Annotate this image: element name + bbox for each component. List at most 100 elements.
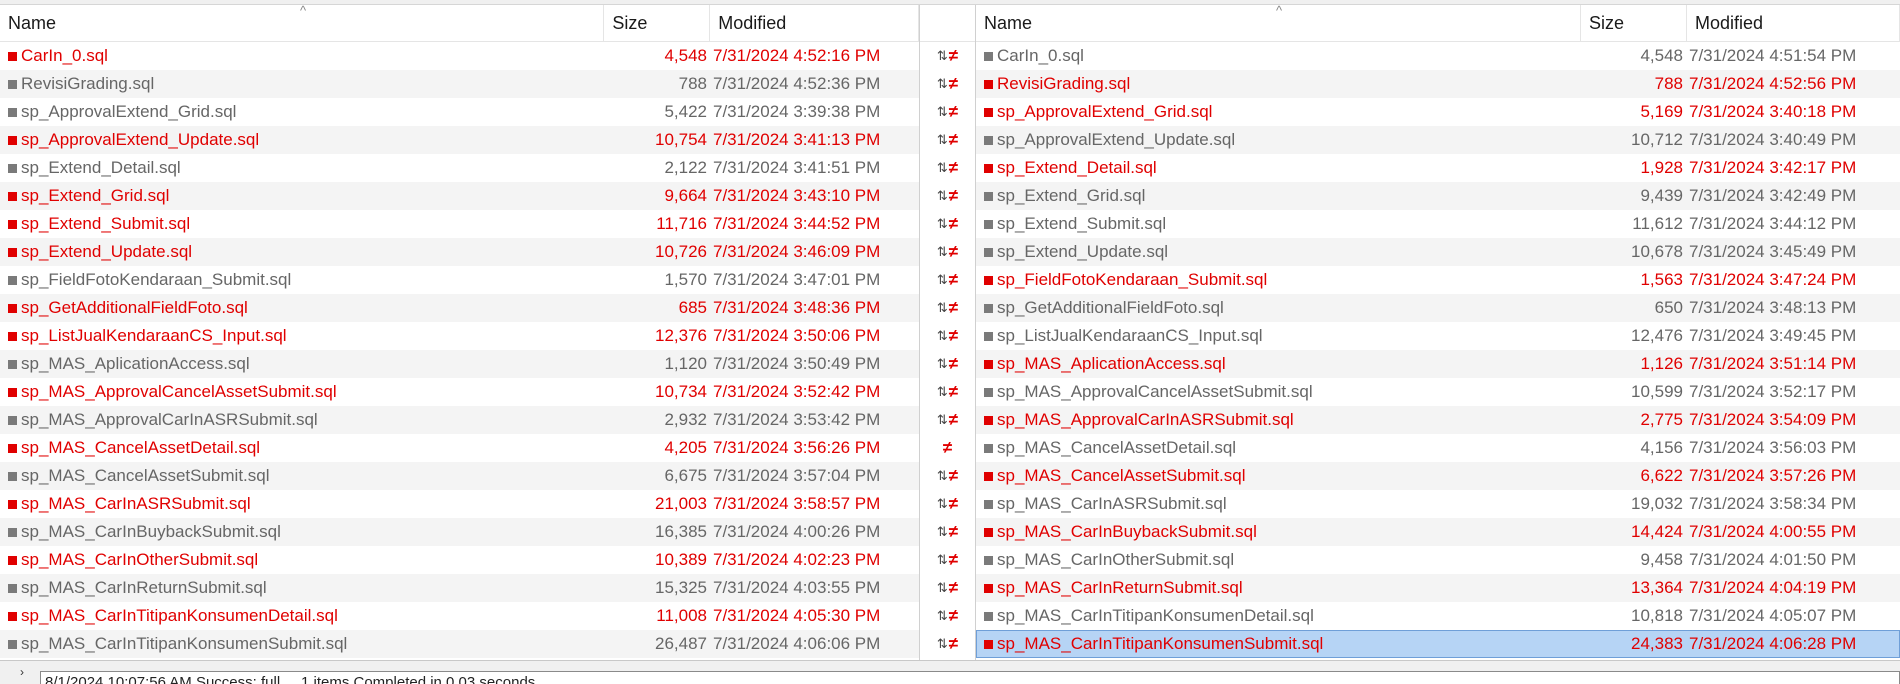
compare-action-icon[interactable]: ⇅ ≠ xyxy=(920,182,975,210)
file-row[interactable]: sp_GetAdditionalFieldFoto.sql 685 7/31/202… xyxy=(0,294,919,322)
compare-action-icon[interactable]: ⇅ ≠ xyxy=(920,70,975,98)
file-row[interactable]: sp_MAS_CarInBuybackSubmit.sql 14,424 7/31/… xyxy=(976,518,1900,546)
file-row[interactable]: sp_MAS_CarInReturnSubmit.sql 15,325 7/31/2… xyxy=(0,574,919,602)
file-row[interactable]: sp_ListJualKendaraanCS_Input.sql 12,376 7/… xyxy=(0,322,919,350)
compare-action-icon[interactable]: ⇅ ≠ xyxy=(920,574,975,602)
compare-action-icon[interactable]: ⇅ ≠ xyxy=(920,378,975,406)
file-row[interactable]: sp_MAS_CancelAssetSubmit.sql 6,675 7/31/20… xyxy=(0,462,919,490)
file-name: sp_MAS_ApprovalCancelAssetSubmit.sql xyxy=(21,382,337,401)
compare-action-icon[interactable]: ⇅ ≠ xyxy=(920,350,975,378)
file-row[interactable]: sp_MAS_ApprovalCarInASRSubmit.sql 2,932 7/… xyxy=(0,406,919,434)
file-row[interactable]: sp_ApprovalExtend_Grid.sql 5,422 7/31/2024… xyxy=(0,98,919,126)
right-header-size[interactable]: Size xyxy=(1581,5,1687,41)
file-row[interactable]: sp_MAS_CarInReturnSubmit.sql 13,364 7/31/2… xyxy=(976,574,1900,602)
file-status-icon xyxy=(984,555,993,565)
left-column-header: Name ^ Size Modified xyxy=(0,5,919,42)
compare-action-icon[interactable]: ⇅ ≠ xyxy=(920,210,975,238)
file-row[interactable]: sp_GetAdditionalFieldFoto.sql 650 7/31/202… xyxy=(976,294,1900,322)
compare-action-icon[interactable]: ⇅ ≠ xyxy=(920,546,975,574)
file-row[interactable]: sp_FieldFotoKendaraan_Submit.sql 1,570 7/3… xyxy=(0,266,919,294)
file-row[interactable]: sp_MAS_AplicationAccess.sql 1,120 7/31/202… xyxy=(0,350,919,378)
compare-action-icon[interactable]: ⇅ ≠ xyxy=(920,406,975,434)
file-name-cell: sp_Extend_Submit.sql xyxy=(0,214,605,234)
file-modified: 7/31/2024 3:54:09 PM xyxy=(1689,410,1857,429)
compare-action-icon[interactable]: ⇅ ≠ xyxy=(920,518,975,546)
compare-action-icon[interactable]: ⇅ ≠ xyxy=(920,238,975,266)
compare-action-icon[interactable]: ⇅ ≠ xyxy=(920,266,975,294)
file-row[interactable]: sp_Extend_Submit.sql 11,716 7/31/2024 3:44… xyxy=(0,210,919,238)
file-row[interactable]: sp_ApprovalExtend_Grid.sql 5,169 7/31/2024… xyxy=(976,98,1900,126)
left-header-name[interactable]: Name ^ xyxy=(0,5,605,41)
file-row[interactable]: sp_MAS_ApprovalCarInASRSubmit.sql 2,775 7/… xyxy=(976,406,1900,434)
file-row[interactable]: sp_Extend_Grid.sql 9,664 7/31/2024 3:43:10… xyxy=(0,182,919,210)
right-header-modified[interactable]: Modified xyxy=(1687,5,1900,41)
compare-action-icon[interactable]: ⇅ ≠ xyxy=(920,98,975,126)
file-row[interactable]: sp_FieldFotoKendaraan_Submit.sql 1,563 7/3… xyxy=(976,266,1900,294)
gutter-header xyxy=(920,5,975,42)
left-file-list[interactable]: CarIn_0.sql 4,548 7/31/2024 4:52:16 PM Revi… xyxy=(0,42,919,658)
file-row[interactable]: sp_MAS_CancelAssetSubmit.sql 6,622 7/31/20… xyxy=(976,462,1900,490)
file-name-cell: sp_Extend_Grid.sql xyxy=(976,186,1581,206)
compare-action-icon[interactable]: ≠ xyxy=(920,434,975,462)
compare-action-icon[interactable]: ⇅ ≠ xyxy=(920,462,975,490)
file-row[interactable]: sp_MAS_CarInTitipanKonsumenDetail.sql 10,… xyxy=(976,602,1900,630)
file-row[interactable]: sp_Extend_Submit.sql 11,612 7/31/2024 3:44… xyxy=(976,210,1900,238)
left-header-modified[interactable]: Modified xyxy=(710,5,919,41)
right-header-name[interactable]: Name ^ xyxy=(976,5,1581,41)
file-row[interactable]: sp_ApprovalExtend_Update.sql 10,712 7/31/2… xyxy=(976,126,1900,154)
file-row[interactable]: sp_Extend_Detail.sql 2,122 7/31/2024 3:41:… xyxy=(0,154,919,182)
file-row[interactable]: sp_ListJualKendaraanCS_Input.sql 12,476 7/… xyxy=(976,322,1900,350)
left-folder-pane[interactable]: Name ^ Size Modified CarIn_0.sql 4,548 7/3… xyxy=(0,5,920,660)
file-row[interactable]: sp_MAS_CarInTitipanKonsumenSubmit.sql 26,… xyxy=(0,630,919,658)
swap-arrows-icon: ⇅ xyxy=(936,160,948,175)
compare-action-icon[interactable]: ⇅ ≠ xyxy=(920,294,975,322)
right-header-name-label: Name xyxy=(984,12,1033,33)
file-name-cell: sp_MAS_CarInReturnSubmit.sql xyxy=(0,578,605,598)
compare-action-icon[interactable]: ⇅ ≠ xyxy=(920,630,975,658)
compare-action-icon[interactable]: ⇅ ≠ xyxy=(920,490,975,518)
file-row[interactable]: sp_MAS_CancelAssetDetail.sql 4,205 7/31/20… xyxy=(0,434,919,462)
compare-action-icon[interactable]: ⇅ ≠ xyxy=(920,126,975,154)
file-row[interactable]: RevisiGrading.sql 788 7/31/2024 4:52:36 PM xyxy=(0,70,919,98)
expand-chevron-icon[interactable]: › xyxy=(20,665,24,679)
file-row[interactable]: sp_MAS_CarInASRSubmit.sql 21,003 7/31/2024… xyxy=(0,490,919,518)
compare-action-icon[interactable]: ⇅ ≠ xyxy=(920,602,975,630)
file-name-cell: sp_MAS_CarInTitipanKonsumenSubmit.sql xyxy=(0,634,605,654)
file-row[interactable]: sp_Extend_Update.sql 10,678 7/31/2024 3:45… xyxy=(976,238,1900,266)
file-row[interactable]: sp_MAS_CarInOtherSubmit.sql 9,458 7/31/202… xyxy=(976,546,1900,574)
file-row[interactable]: CarIn_0.sql 4,548 7/31/2024 4:52:16 PM xyxy=(0,42,919,70)
compare-action-icon[interactable]: ⇅ ≠ xyxy=(920,42,975,70)
file-modified: 7/31/2024 3:41:51 PM xyxy=(713,158,881,177)
left-header-size[interactable]: Size xyxy=(604,5,711,41)
file-row[interactable]: sp_MAS_CarInOtherSubmit.sql 10,389 7/31/20… xyxy=(0,546,919,574)
file-row[interactable]: sp_Extend_Update.sql 10,726 7/31/2024 3:46… xyxy=(0,238,919,266)
file-modified: 7/31/2024 3:57:04 PM xyxy=(713,466,881,485)
file-row[interactable]: sp_MAS_ApprovalCancelAssetSubmit.sql 10,7… xyxy=(0,378,919,406)
file-modified: 7/31/2024 4:05:30 PM xyxy=(713,606,881,625)
right-folder-pane[interactable]: Name ^ Size Modified CarIn_0.sql 4,548 7/3… xyxy=(975,5,1900,660)
file-row[interactable]: sp_MAS_CarInTitipanKonsumenSubmit.sql 24,… xyxy=(976,630,1900,658)
file-row[interactable]: CarIn_0.sql 4,548 7/31/2024 4:51:54 PM xyxy=(976,42,1900,70)
right-file-list[interactable]: CarIn_0.sql 4,548 7/31/2024 4:51:54 PM Revi… xyxy=(976,42,1900,658)
file-name: sp_MAS_ApprovalCarInASRSubmit.sql xyxy=(997,410,1294,429)
file-row[interactable]: sp_Extend_Detail.sql 1,928 7/31/2024 3:42:… xyxy=(976,154,1900,182)
file-row[interactable]: sp_MAS_CarInTitipanKonsumenDetail.sql 11,… xyxy=(0,602,919,630)
compare-action-icon[interactable]: ⇅ ≠ xyxy=(920,322,975,350)
file-name-cell: RevisiGrading.sql xyxy=(0,74,605,94)
file-row[interactable]: sp_ApprovalExtend_Update.sql 10,754 7/31/2… xyxy=(0,126,919,154)
file-name-cell: sp_ApprovalExtend_Grid.sql xyxy=(976,102,1581,122)
file-row[interactable]: sp_Extend_Grid.sql 9,439 7/31/2024 3:42:49… xyxy=(976,182,1900,210)
not-equal-icon: ≠ xyxy=(948,46,959,65)
file-row[interactable]: sp_MAS_ApprovalCancelAssetSubmit.sql 10,5… xyxy=(976,378,1900,406)
file-row[interactable]: sp_MAS_CancelAssetDetail.sql 4,156 7/31/20… xyxy=(976,434,1900,462)
file-row[interactable]: sp_MAS_AplicationAccess.sql 1,126 7/31/202… xyxy=(976,350,1900,378)
file-row[interactable]: RevisiGrading.sql 788 7/31/2024 4:52:56 PM xyxy=(976,70,1900,98)
compare-action-icon[interactable]: ⇅ ≠ xyxy=(920,154,975,182)
file-name: sp_FieldFotoKendaraan_Submit.sql xyxy=(21,270,292,289)
file-row[interactable]: sp_MAS_CarInBuybackSubmit.sql 16,385 7/31/… xyxy=(0,518,919,546)
file-name: RevisiGrading.sql xyxy=(21,74,155,93)
not-equal-icon: ≠ xyxy=(948,634,959,653)
file-row[interactable]: sp_MAS_CarInASRSubmit.sql 19,032 7/31/2024… xyxy=(976,490,1900,518)
right-header-modified-label: Modified xyxy=(1695,12,1764,33)
log-output[interactable]: 8/1/2024 10:07:56 AM Success: full ... 1… xyxy=(40,671,1900,684)
